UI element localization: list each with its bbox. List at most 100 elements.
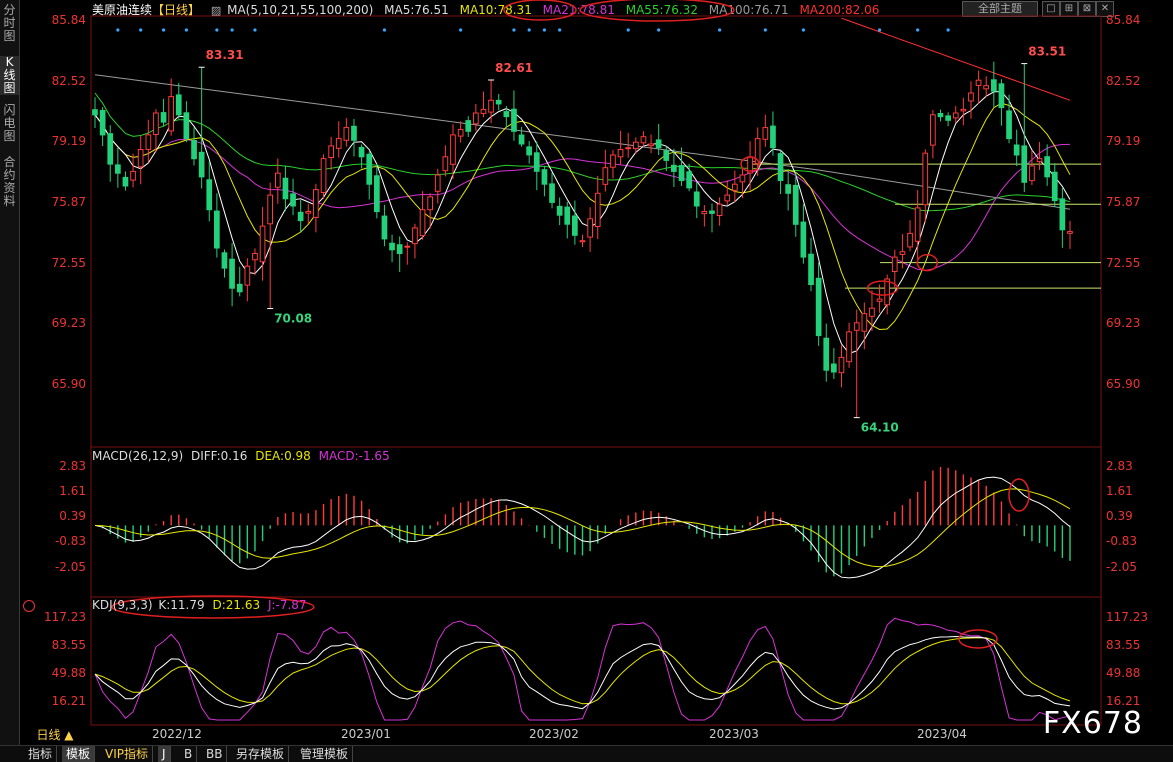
tab-indicators[interactable]: 指标 [24, 746, 58, 762]
candle-body [305, 211, 312, 214]
candle-body [709, 210, 715, 214]
candle-body [137, 149, 144, 168]
candle-body [396, 244, 403, 254]
candle-body [549, 183, 555, 203]
candle-body [488, 99, 494, 113]
candle-body [419, 209, 426, 237]
highlight-circle [503, 0, 577, 21]
low-label: 70.08 [274, 312, 312, 326]
y-tick-label: 82.52 [1106, 73, 1141, 88]
candle-body [297, 211, 304, 222]
candle-body [183, 112, 190, 140]
candle-body [107, 133, 114, 165]
signal-dot [116, 28, 120, 32]
y-tick-label: 85.84 [1106, 13, 1141, 28]
candle-body [975, 79, 982, 86]
candle-body [503, 111, 510, 118]
candle-body [465, 120, 472, 132]
high-label: 83.31 [206, 48, 244, 62]
candle-body [625, 147, 631, 150]
candle-body [572, 215, 578, 236]
candle-body [533, 152, 540, 172]
signal-dot [215, 28, 219, 32]
candle-body [99, 110, 106, 136]
candle-body [244, 265, 251, 286]
kdj-tick-label: 117.23 [44, 610, 86, 624]
candle-body [831, 363, 837, 373]
candle-body [891, 256, 898, 273]
candle-body [937, 113, 944, 118]
y-tick-label: 65.90 [1106, 376, 1141, 391]
candle-body [1044, 156, 1051, 178]
candle-body [366, 153, 373, 185]
tab-templates[interactable]: 模板 [62, 746, 96, 762]
candle-body [511, 108, 517, 132]
tab-vip-indicators[interactable]: VIP指标 [101, 746, 153, 762]
y-tick-label: 69.23 [1106, 316, 1141, 331]
signal-dot [558, 28, 562, 32]
signal-dot [139, 28, 143, 32]
tab-bb[interactable]: BB [202, 746, 228, 762]
y-tick-label: 72.55 [51, 255, 86, 270]
tab-b[interactable]: B [180, 746, 198, 762]
y-tick-label: 79.19 [51, 134, 86, 149]
macd-title: MACD(26,12,9) [92, 449, 184, 463]
signal-dot [230, 28, 234, 32]
highlight-circle [579, 0, 735, 22]
panel-frame [90, 446, 1102, 598]
macd-diff: DIFF:0.16 [190, 449, 248, 463]
candle-body [175, 94, 182, 116]
candle-body [160, 112, 167, 123]
candle-body [724, 194, 731, 202]
candle-body [686, 171, 692, 189]
candle-body [777, 153, 784, 182]
macd-tick-label: -0.83 [54, 534, 86, 549]
kdj-k-line [94, 635, 1071, 710]
candle-body [1029, 165, 1035, 182]
x-tick-label: 2023/02 [529, 727, 579, 741]
y-tick-label: 82.52 [51, 73, 86, 88]
macd-tick-label: 2.83 [59, 459, 86, 473]
candle-body [564, 206, 571, 225]
candle-body [693, 191, 700, 207]
signal-dot [184, 28, 189, 32]
candle-body [1013, 144, 1020, 156]
candle-body [876, 298, 883, 302]
candle-body [914, 207, 921, 242]
ma200-line [841, 17, 1071, 101]
candle-body [853, 322, 860, 331]
kdj-d-line [94, 637, 1071, 705]
kdj-title: KDJ(9,3,3) [92, 598, 153, 612]
candle-body [952, 112, 959, 119]
macd-tick-label: -2.05 [1106, 559, 1138, 574]
candle-body [846, 331, 852, 363]
candle-body [815, 277, 822, 337]
candle-body [343, 127, 350, 141]
candle-body [335, 138, 342, 149]
macd-legend: MACD(26,12,9) DIFF:0.16 DEA:0.98 MACD:-1… [92, 449, 390, 463]
candle-body [556, 205, 563, 216]
tab-save-template[interactable]: 另存模板 [232, 746, 290, 762]
kdj-tick-label: 83.55 [51, 638, 86, 653]
kdj-tick-label: 49.88 [1106, 666, 1141, 681]
period-select[interactable]: 日线 ▲ [19, 726, 91, 744]
candle-body [907, 232, 913, 248]
candle-body [198, 151, 205, 178]
tab-manage-template[interactable]: 管理模板 [296, 746, 354, 762]
signal-dot [763, 28, 767, 32]
tab-j[interactable]: J [158, 746, 171, 762]
panel-frame [90, 15, 1102, 448]
candle-body [168, 96, 175, 132]
candle-body [282, 177, 289, 200]
candle-body [473, 112, 479, 125]
candle-body [732, 183, 738, 191]
y-tick-label: 79.19 [1106, 134, 1141, 149]
candle-body [899, 251, 906, 255]
signal-dot [801, 28, 805, 32]
candle-body [267, 194, 273, 225]
candle-body [648, 143, 654, 147]
candle-body [610, 154, 616, 168]
signal-dot [161, 28, 166, 32]
candle-body [389, 242, 395, 251]
y-tick-label: 85.84 [51, 13, 86, 28]
